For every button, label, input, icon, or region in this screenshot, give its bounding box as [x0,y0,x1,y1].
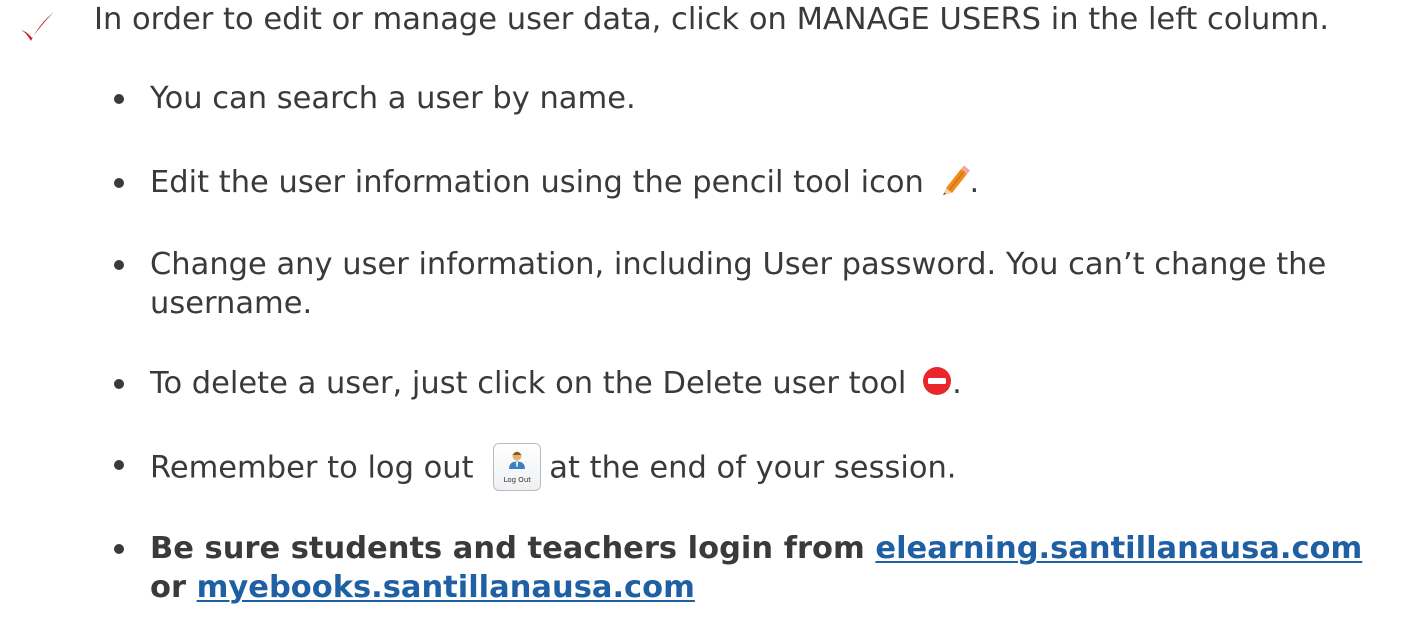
bullet-delete-text: To delete a user, just click on the Dele… [150,366,907,401]
pencil-icon [940,164,970,196]
user-icon [509,451,526,469]
bullet-edit-end: . [969,165,980,200]
bullet-dot [114,544,124,554]
bullet-edit: Edit the user information using the penc… [114,163,1400,202]
logout-icon-label: Log Out [503,476,531,484]
bullet-logout-end: at the end of your session. [549,450,957,486]
delete-user-icon [922,366,952,396]
intro-text: In order to edit or manage user data, cl… [94,2,1330,37]
myebooks-link[interactable]: myebooks.santillanausa.com [197,570,695,605]
bullet-dot [114,94,124,104]
bullet-login-or: or [150,570,186,605]
bullet-dot [114,460,124,470]
bullet-edit-text: Edit the user information using the penc… [150,165,924,200]
logout-icon: Log Out [493,443,542,491]
bullet-logout: Remember to log out Log Out at the end o… [114,443,1400,493]
checkmark-icon [21,12,54,41]
bullet-dot [114,260,124,270]
bullet-change: Change any user information, including U… [114,245,1400,323]
bullet-change-text: Change any user information, including U… [150,247,1327,321]
bullet-search: You can search a user by name. [114,79,1400,118]
bullet-search-text: You can search a user by name. [150,81,636,116]
elearning-link[interactable]: elearning.santillanausa.com [875,531,1362,566]
bullet-delete-end: . [952,366,962,401]
bullet-dot [114,379,124,389]
bullet-login-text: Be sure students and teachers login from [150,531,865,566]
bullet-delete: To delete a user, just click on the Dele… [114,364,1400,403]
bullet-dot [114,178,124,188]
instruction-page: In order to edit or manage user data, cl… [0,0,1411,619]
bullet-logout-text: Remember to log out [150,450,474,486]
bullet-login: Be sure students and teachers login from… [114,529,1400,607]
